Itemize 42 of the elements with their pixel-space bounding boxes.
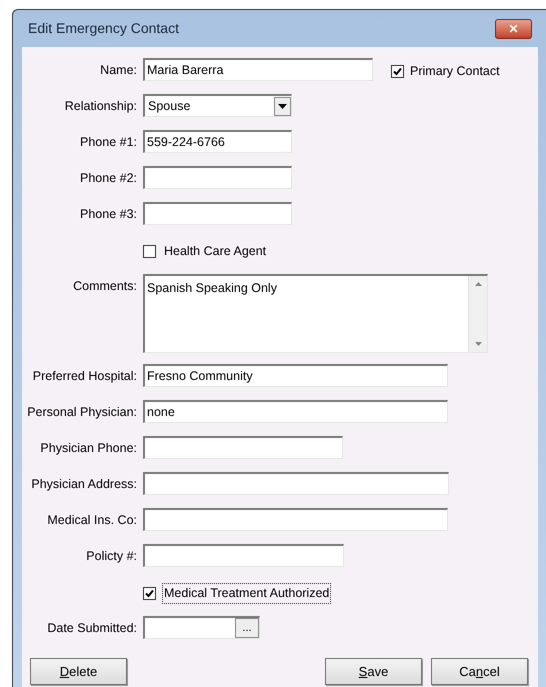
scrollbar[interactable] [468, 276, 487, 352]
checkbox-label: Medical Treatment Authorized [163, 584, 330, 603]
field-label: Personal Physician: [27, 405, 137, 419]
dialog-button[interactable]: Cancel [431, 658, 528, 685]
comments-field[interactable]: Spanish Speaking Only [143, 274, 488, 353]
text-field[interactable] [143, 508, 448, 531]
text-field[interactable]: Maria Barerra [143, 58, 373, 81]
checkbox-label: Primary Contact [410, 63, 500, 80]
checkbox[interactable] [143, 244, 156, 258]
text-field[interactable]: none [143, 400, 448, 423]
window-title: Edit Emergency Contact [28, 19, 179, 38]
field-label: Phone #2: [80, 171, 137, 185]
field-label: Physician Phone: [40, 441, 137, 455]
field-label: Policty #: [86, 549, 137, 563]
date-picker-button[interactable]: ... [235, 618, 259, 638]
field-label: Medical Ins. Co: [47, 513, 137, 527]
checkbox-label: Health Care Agent [163, 243, 268, 260]
field-label: Phone #1: [80, 135, 137, 149]
field-label: Relationship: [64, 99, 137, 113]
field-label: Name: [100, 63, 137, 77]
dialog-button[interactable]: Save [325, 658, 422, 685]
text-field[interactable] [143, 544, 344, 567]
text-field[interactable]: Fresno Community [143, 364, 448, 387]
text-field[interactable] [143, 166, 292, 189]
field-label: Preferred Hospital: [32, 369, 137, 383]
dropdown-value: Spouse [147, 98, 190, 115]
text-field[interactable] [143, 436, 343, 459]
date-field[interactable]: ... [143, 616, 260, 639]
text-field[interactable] [143, 202, 292, 225]
text-field[interactable]: 559-224-6766 [143, 130, 292, 153]
dialog-button[interactable]: Delete [30, 658, 127, 685]
scroll-down-icon[interactable] [474, 342, 482, 346]
field-label: Phone #3: [80, 207, 137, 221]
text-field[interactable] [143, 472, 449, 495]
dropdown[interactable]: Spouse [143, 94, 292, 117]
checkbox[interactable] [143, 586, 156, 600]
field-label: Comments: [73, 279, 137, 293]
field-label: Date Submitted: [47, 621, 137, 635]
comments-text: Spanish Speaking Only [146, 280, 278, 297]
scroll-up-icon[interactable] [474, 282, 482, 286]
field-label: Physician Address: [31, 477, 137, 491]
checkbox[interactable] [391, 64, 404, 78]
